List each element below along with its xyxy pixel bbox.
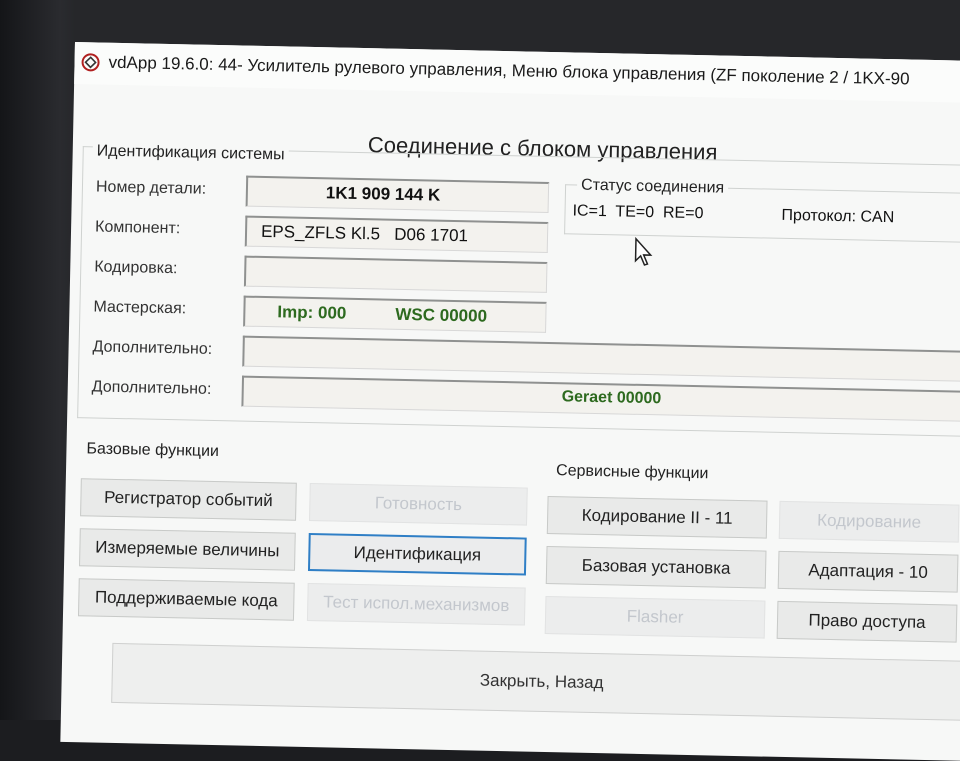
access-rights-button[interactable]: Право доступа — [776, 600, 958, 643]
adaptation-button[interactable]: Адаптация - 10 — [777, 550, 959, 593]
readiness-button[interactable]: Готовность — [309, 483, 528, 526]
coding-ii-button[interactable]: Кодирование II - 11 — [546, 495, 768, 539]
additional-label-2: Дополнительно: — [91, 378, 212, 398]
part-number-field: 1K1 909 144 K — [245, 175, 550, 213]
actuator-test-button[interactable]: Тест испол.механизмов — [306, 582, 526, 626]
component-value: EPS_ZFLS Kl.5 D06 1701 — [260, 221, 469, 246]
part-number-label: Номер детали: — [95, 178, 207, 198]
connection-status-codes: IC=1 TE=0 RE=0 — [572, 202, 704, 223]
basic-functions-title: Базовые функции — [86, 440, 220, 461]
connection-protocol: Протокол: CAN — [781, 206, 895, 227]
supported-codes-button[interactable]: Поддерживаемые кода — [77, 578, 295, 621]
connection-status-title: Статус соединения — [576, 176, 729, 198]
window-title: vdApp 19.6.0: 44- Усилитель рулевого упр… — [108, 52, 910, 89]
basic-settings-button[interactable]: Базовая установка — [545, 545, 767, 589]
component-field: EPS_ZFLS Kl.5 D06 1701 — [244, 215, 549, 253]
identification-button[interactable]: Идентификация — [307, 533, 527, 576]
app-logo-icon — [81, 53, 100, 72]
workshop-label: Мастерская: — [93, 298, 187, 318]
mouse-pointer-icon — [634, 236, 653, 266]
workshop-imp-value: Imp: 000 — [277, 302, 347, 323]
coding-label: Кодировка: — [94, 258, 178, 278]
component-label: Компонент: — [94, 218, 181, 238]
coding-field — [243, 255, 548, 293]
workshop-field: Imp: 000 WSC 00000 — [243, 295, 547, 333]
service-functions-title: Сервисные функции — [555, 462, 709, 483]
additional-label-1: Дополнительно: — [92, 338, 213, 358]
additional-value-2: Geraet 00000 — [561, 388, 662, 408]
event-recorder-button[interactable]: Регистратор событий — [80, 478, 297, 521]
close-back-button[interactable]: Закрыть, Назад — [111, 642, 960, 721]
app-window: vdApp 19.6.0: 44- Усилитель рулевого упр… — [60, 42, 960, 761]
part-number-value: 1K1 909 144 K — [325, 183, 441, 205]
flasher-button[interactable]: Flasher — [544, 595, 766, 639]
coding-button[interactable]: Кодирование — [778, 500, 960, 543]
measured-values-button[interactable]: Измеряемые величины — [79, 528, 296, 571]
workshop-wsc-value: WSC 00000 — [395, 304, 488, 326]
